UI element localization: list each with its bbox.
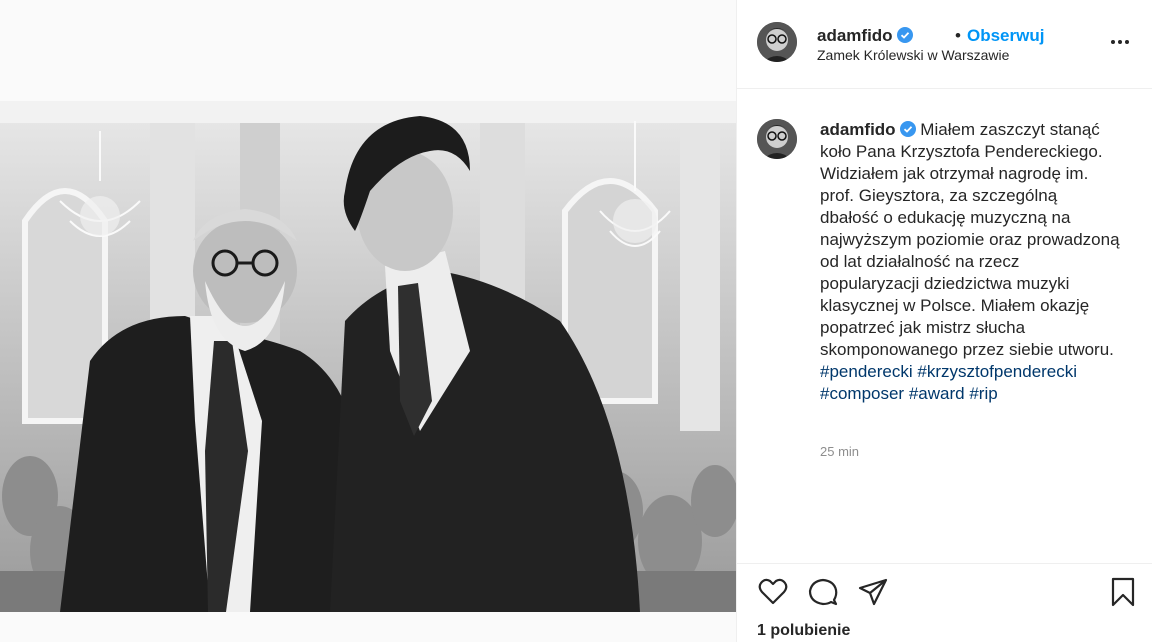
- post-time[interactable]: 25 min: [820, 444, 859, 459]
- photo-illustration: [0, 101, 736, 612]
- media-panel: [0, 0, 736, 642]
- hashtag-link[interactable]: #penderecki: [820, 362, 913, 381]
- verified-badge-icon: [896, 27, 913, 43]
- instagram-post-view: adamfido • Obserwuj Zamek Królewski w Wa…: [0, 0, 1152, 642]
- bookmark-icon[interactable]: [1107, 576, 1139, 608]
- avatar[interactable]: [757, 22, 797, 62]
- post-header: adamfido • Obserwuj Zamek Królewski w Wa…: [737, 0, 1152, 89]
- heart-icon[interactable]: [757, 576, 789, 608]
- caption-body: Miałem zaszczyt stanąć koło Pana Krzyszt…: [820, 120, 1120, 359]
- caption-username[interactable]: adamfido: [820, 120, 896, 139]
- likes-count[interactable]: 1 polubienie: [757, 622, 850, 640]
- caption-avatar[interactable]: [757, 119, 797, 159]
- avatar-image: [757, 119, 797, 159]
- post-sidebar: adamfido • Obserwuj Zamek Królewski w Wa…: [736, 0, 1152, 642]
- avatar-image: [757, 22, 797, 62]
- caption-text: adamfido Miałem zaszczyt stanąć koło Pan…: [820, 119, 1120, 405]
- hashtag-link[interactable]: #krzysztofpenderecki: [917, 362, 1077, 381]
- action-bar: 1 polubienie: [737, 563, 1152, 643]
- share-icon[interactable]: [857, 576, 889, 608]
- caption-area: adamfido Miałem zaszczyt stanąć koło Pan…: [737, 89, 1152, 563]
- hashtag-link[interactable]: #rip: [969, 384, 997, 403]
- separator-dot: •: [955, 26, 961, 45]
- username-text[interactable]: adamfido: [817, 26, 893, 45]
- verified-badge-icon: [899, 121, 916, 137]
- hashtag-link[interactable]: #award: [909, 384, 965, 403]
- hashtag-link[interactable]: #composer: [820, 384, 904, 403]
- location-link[interactable]: Zamek Królewski w Warszawie: [817, 47, 1009, 63]
- follow-button[interactable]: Obserwuj: [967, 26, 1044, 46]
- post-photo[interactable]: [0, 101, 736, 612]
- more-options-icon[interactable]: [1108, 34, 1132, 50]
- comment-icon[interactable]: [807, 576, 839, 608]
- username[interactable]: adamfido: [817, 26, 913, 46]
